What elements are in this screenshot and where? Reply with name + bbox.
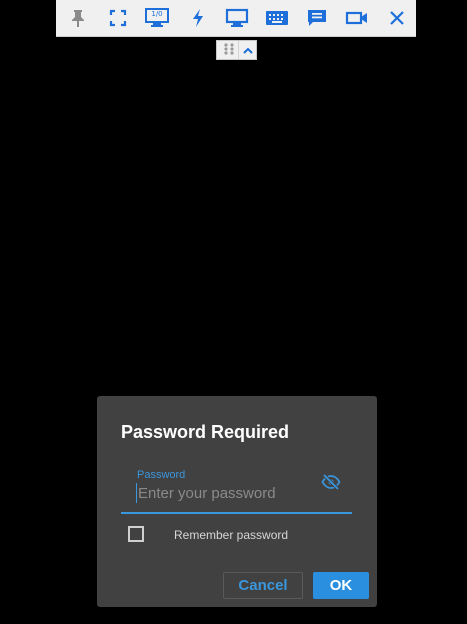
close-icon [388, 9, 406, 27]
actions-button[interactable] [184, 6, 212, 30]
chat-icon [306, 8, 328, 28]
video-icon [345, 9, 369, 27]
monitor-index-label: 1/0 [151, 10, 163, 18]
toolbar-handle [216, 40, 257, 60]
chat-button[interactable] [303, 6, 331, 30]
drag-grip-icon [223, 41, 235, 60]
cancel-button[interactable]: Cancel [223, 572, 303, 599]
remember-password-checkbox[interactable] [128, 526, 144, 542]
remember-password-row: Remember password [128, 526, 348, 546]
eye-off-icon [321, 473, 341, 494]
display-button[interactable] [223, 6, 251, 30]
lightning-icon [189, 8, 207, 28]
fullscreen-button[interactable] [104, 6, 132, 30]
video-button[interactable] [343, 6, 371, 30]
password-field: Password [121, 464, 352, 514]
password-input[interactable] [136, 483, 308, 503]
monitor-select-button[interactable]: 1/0 [142, 6, 172, 30]
dialog-title: Password Required [121, 422, 290, 442]
drag-handle[interactable] [220, 42, 238, 59]
display-icon [225, 8, 249, 28]
keyboard-icon [265, 9, 289, 27]
collapse-toolbar-button[interactable] [238, 41, 257, 59]
close-button[interactable] [383, 6, 411, 30]
pin-button[interactable] [64, 6, 92, 30]
remote-toolbar: 1/0 [56, 0, 416, 37]
fullscreen-icon [109, 9, 127, 27]
monitor-select-icon: 1/0 [144, 7, 170, 29]
pin-icon [68, 8, 88, 28]
remember-password-label: Remember password [174, 528, 289, 542]
ok-button[interactable]: OK [313, 572, 369, 599]
toggle-password-visibility-button[interactable] [320, 473, 342, 494]
password-label: Password [137, 469, 186, 481]
password-dialog: Password Required Password Remember pass… [97, 396, 377, 607]
chevron-up-icon [242, 41, 254, 60]
keyboard-button[interactable] [263, 6, 291, 30]
